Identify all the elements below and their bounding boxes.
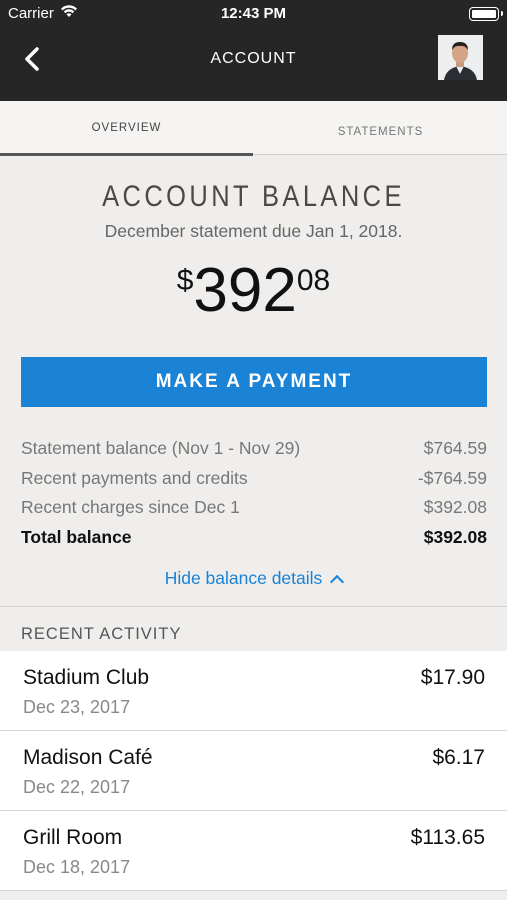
statement-due-text: December statement due Jan 1, 2018. (104, 221, 403, 241)
activity-name: Madison Café (23, 746, 153, 769)
make-payment-button[interactable]: MAKE A PAYMENT (21, 357, 487, 407)
activity-item[interactable]: Madison Café Dec 22, 2017 $6.17 (0, 731, 507, 811)
balance-dollars: 392 (193, 256, 297, 325)
hide-balance-details-link[interactable]: Hide balance details (0, 568, 507, 590)
activity-item[interactable]: Stadium Club Dec 23, 2017 $17.90 (0, 651, 507, 731)
detail-label: Total balance (21, 527, 132, 547)
detail-value: -$764.59 (417, 468, 487, 488)
tab-overview[interactable]: OVERVIEW (0, 101, 253, 156)
detail-value: $392.08 (423, 527, 487, 547)
battery-icon (469, 7, 503, 21)
currency-symbol: $ (176, 264, 194, 297)
activity-name: Stadium Club (23, 666, 150, 689)
activity-amount: $113.65 (410, 826, 485, 849)
balance-title: ACCOUNT BALANCE (102, 180, 405, 213)
activity-date: Dec 18, 2017 (23, 857, 131, 877)
page-title: ACCOUNT (210, 50, 297, 67)
avatar[interactable] (438, 35, 483, 80)
detail-value: $392.08 (423, 497, 487, 517)
balance-cents: 08 (296, 264, 331, 297)
tab-overview-label: OVERVIEW (91, 122, 162, 134)
section-divider (0, 606, 507, 607)
tab-statements[interactable]: STATEMENTS (254, 101, 507, 155)
detail-label: Statement balance (Nov 1 - Nov 29) (21, 438, 301, 458)
activity-item[interactable]: Grill Room Dec 18, 2017 $113.65 (0, 811, 507, 891)
detail-label: Recent charges since Dec 1 (21, 497, 240, 517)
tab-bar: OVERVIEW STATEMENTS (0, 101, 507, 156)
detail-label: Recent payments and credits (21, 468, 248, 488)
nav-bar: ACCOUNT (0, 28, 507, 101)
activity-name: Grill Room (23, 826, 123, 849)
status-bar: Carrier 12:43 PM (0, 0, 507, 28)
activity-date: Dec 23, 2017 (23, 697, 131, 717)
activity-amount: $17.90 (420, 666, 485, 689)
chevron-up-icon (330, 574, 345, 590)
activity-date: Dec 22, 2017 (23, 777, 131, 797)
activity-amount: $6.17 (432, 746, 485, 769)
clock-time: 12:43 PM (220, 5, 287, 22)
detail-value: $764.59 (423, 438, 487, 458)
hide-balance-details-label: Hide balance details (164, 568, 323, 588)
balance-amount: $39208 (0, 256, 507, 326)
recent-activity-header: RECENT ACTIVITY (21, 625, 182, 643)
tab-statements-label: STATEMENTS (337, 126, 424, 138)
